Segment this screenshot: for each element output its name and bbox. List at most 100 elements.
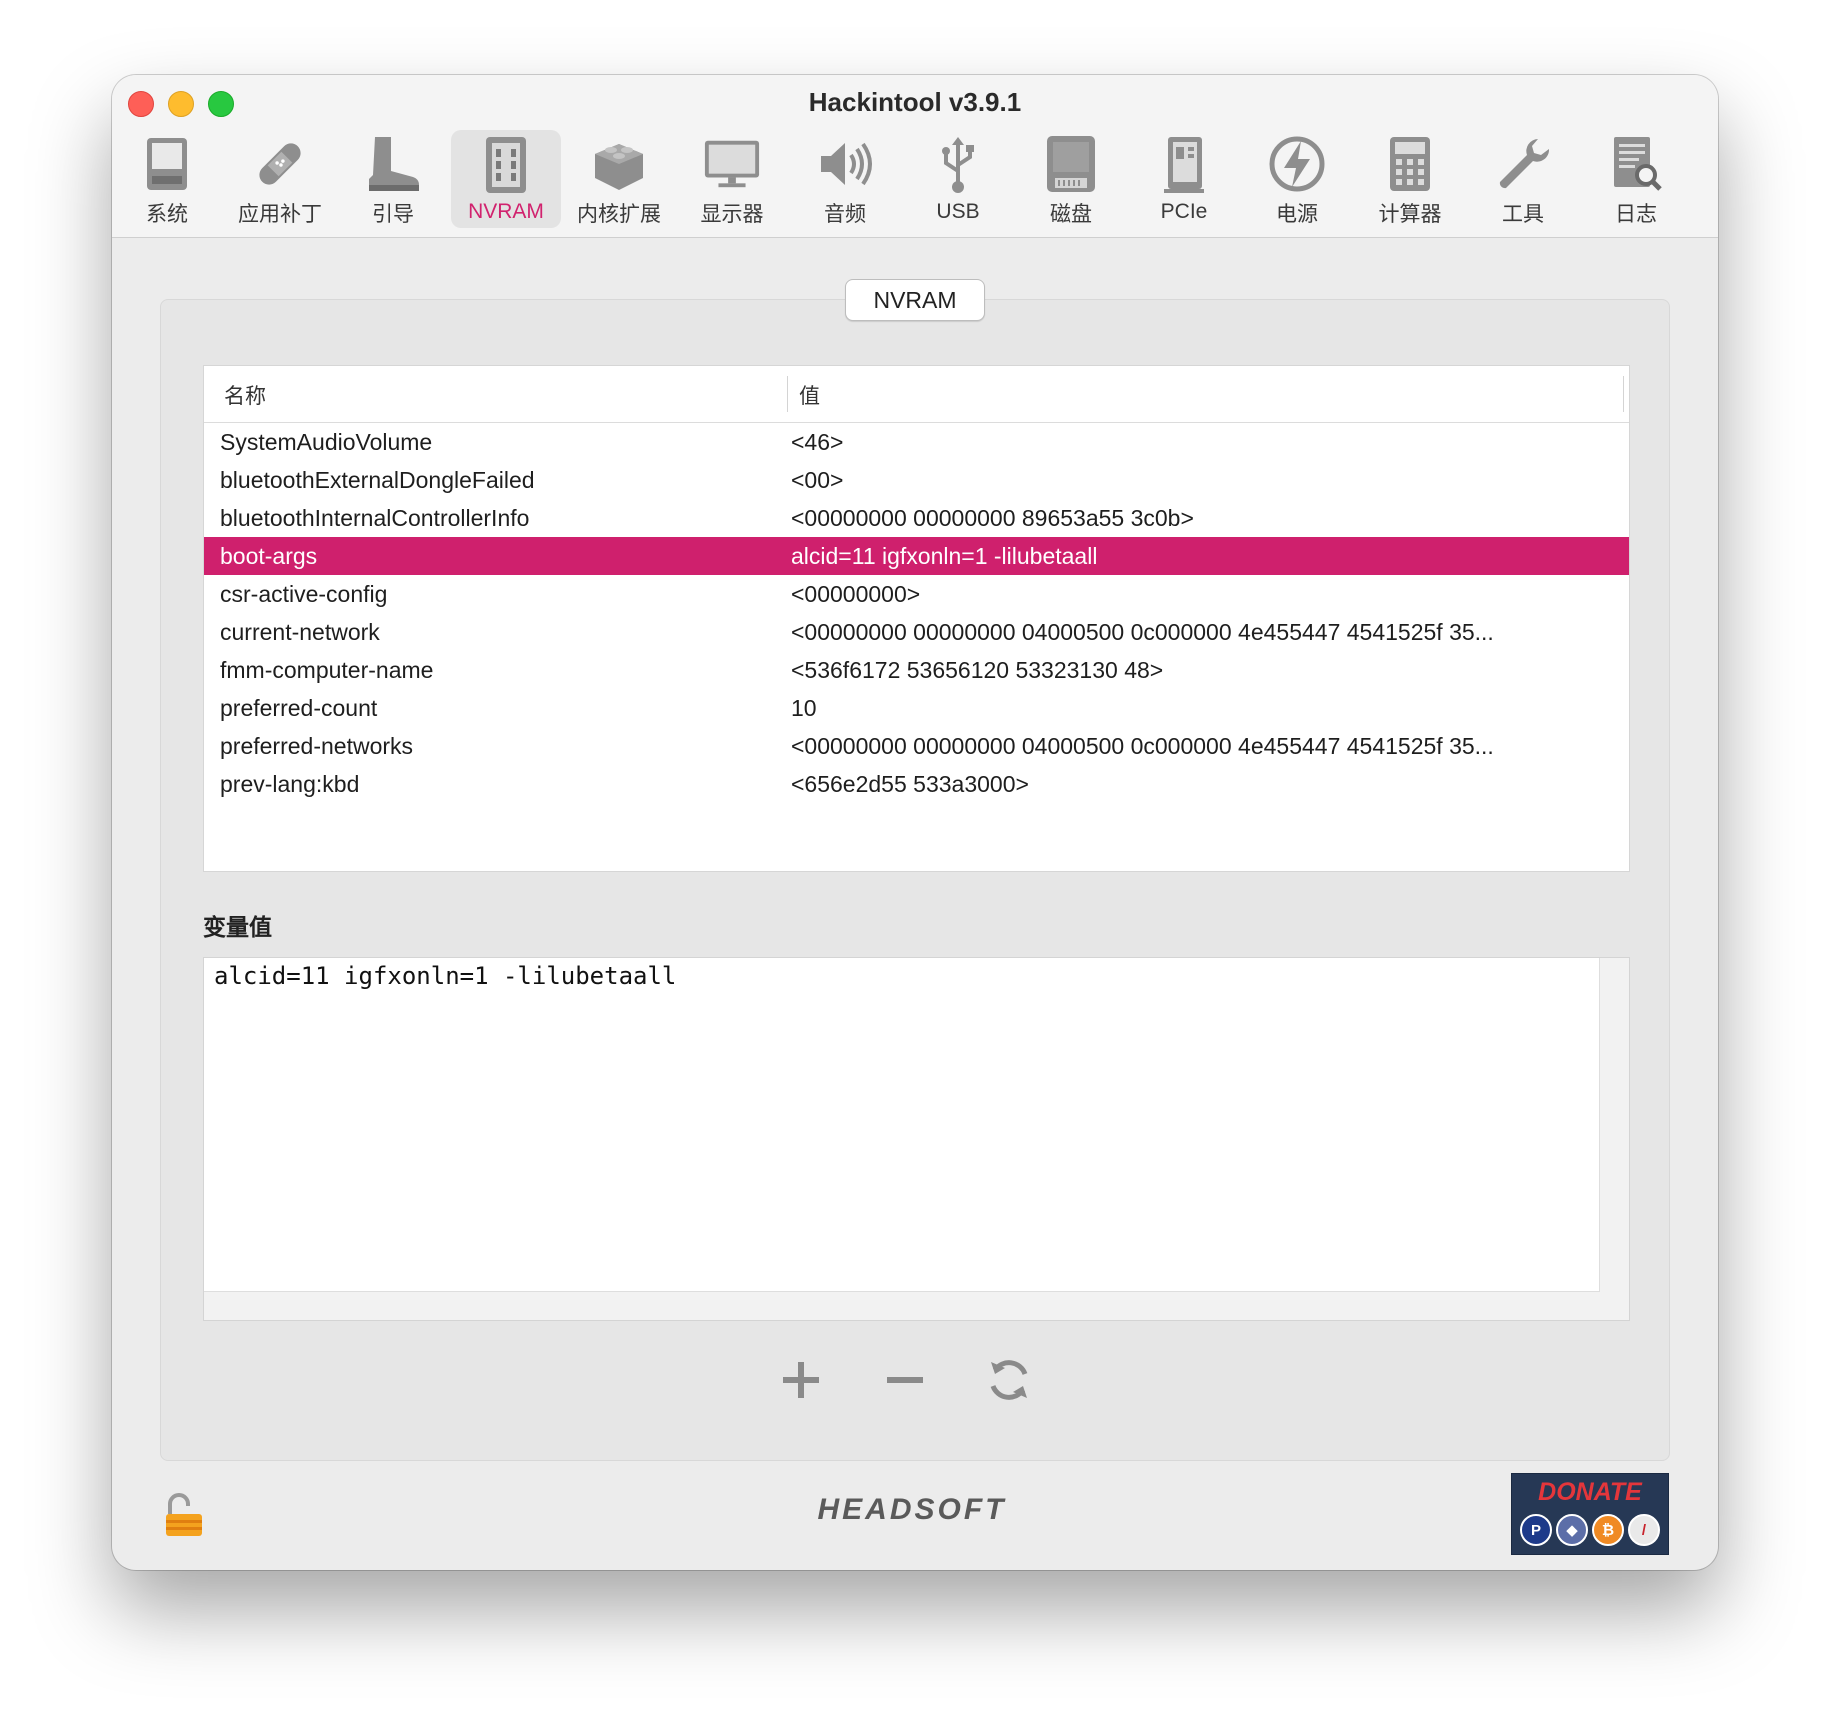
toolbar-item-kexts[interactable]: 内核扩展 — [564, 130, 674, 228]
toolbar-label: 工具 — [1502, 203, 1544, 226]
pcie-card-icon — [1155, 134, 1213, 196]
toolbar-label: 计算器 — [1378, 203, 1442, 226]
table-row-selected[interactable]: boot-args alcid=11 igfxonln=1 -lilubetaa… — [204, 537, 1629, 575]
window-title: Hackintool v3.9.1 — [808, 87, 1022, 117]
toolbar-item-system[interactable]: 系统 — [112, 130, 222, 228]
tab-nvram[interactable]: NVRAM — [845, 279, 985, 321]
variable-value-label: 变量值 — [203, 914, 272, 940]
row-name: fmm-computer-name — [220, 657, 434, 683]
wrench-icon — [1494, 134, 1552, 194]
column-divider[interactable] — [1623, 376, 1624, 412]
column-header-value[interactable]: 值 — [799, 380, 820, 410]
bitcoin-icon: ₿ — [1592, 1514, 1624, 1546]
app-window: Hackintool v3.9.1 系统 应用补丁 引导 NVRAM 内核扩展 … — [112, 75, 1718, 1570]
monitor-icon — [703, 134, 761, 194]
row-name: bluetoothInternalControllerInfo — [220, 505, 530, 531]
computer-icon — [138, 134, 196, 194]
log-document-icon — [1607, 134, 1665, 194]
ethereum-icon: ◆ — [1556, 1514, 1588, 1546]
row-value: <536f6172 53656120 53323130 48> — [791, 657, 1164, 683]
bandage-icon — [251, 134, 309, 194]
row-name: preferred-networks — [220, 733, 414, 759]
table-header: 名称 值 — [204, 366, 1629, 423]
toolbar-label: USB — [936, 200, 980, 223]
refresh-button[interactable] — [979, 1350, 1039, 1410]
variable-value-text[interactable]: alcid=11 igfxonln=1 -lilubetaall — [214, 962, 676, 990]
plus-icon — [783, 1362, 819, 1398]
row-name: SystemAudioVolume — [220, 429, 433, 455]
toolbar-item-logs[interactable]: 日志 — [1581, 130, 1691, 228]
toolbar-item-disk[interactable]: 磁盘 — [1016, 130, 1126, 228]
add-button[interactable] — [771, 1350, 831, 1410]
disk-icon — [1042, 134, 1100, 194]
toolbar-item-audio[interactable]: 音频 — [790, 130, 900, 228]
row-value: <00> — [791, 467, 844, 493]
toolbar-item-patch[interactable]: 应用补丁 — [225, 130, 335, 228]
toolbar-label: NVRAM — [468, 200, 544, 223]
remove-button[interactable] — [875, 1350, 935, 1410]
lego-brick-icon — [590, 134, 648, 194]
other-coin-icon: / — [1628, 1514, 1660, 1546]
toolbar-item-calculator[interactable]: 计算器 — [1355, 130, 1465, 228]
row-name: csr-active-config — [220, 581, 388, 607]
titlebar: Hackintool v3.9.1 系统 应用补丁 引导 NVRAM 内核扩展 … — [112, 75, 1718, 238]
toolbar-label: 日志 — [1615, 203, 1657, 226]
boot-icon — [364, 134, 422, 194]
toolbar-label: 电源 — [1276, 203, 1318, 226]
toolbar-label: 应用补丁 — [238, 203, 322, 226]
power-bolt-icon — [1268, 134, 1326, 194]
toolbar-item-pcie[interactable]: PCIe — [1129, 130, 1239, 228]
speaker-icon — [816, 134, 874, 194]
toolbar-item-tools[interactable]: 工具 — [1468, 130, 1578, 228]
table-row[interactable]: bluetoothExternalDongleFailed <00> — [204, 461, 1629, 499]
nvram-table[interactable]: 名称 值 SystemAudioVolume <46> bluetoothExt… — [203, 365, 1630, 872]
row-value: <46> — [791, 429, 844, 455]
donate-button[interactable]: DONATE P ◆ ₿ / — [1511, 1473, 1669, 1555]
row-value: <00000000 00000000 89653a55 3c0b> — [791, 505, 1194, 531]
row-value: <00000000> — [791, 581, 921, 607]
toolbar-item-power[interactable]: 电源 — [1242, 130, 1352, 228]
table-row[interactable]: current-network <00000000 00000000 04000… — [204, 613, 1629, 651]
table-row[interactable]: preferred-networks <00000000 00000000 04… — [204, 727, 1629, 765]
row-value: alcid=11 igfxonln=1 -lilubetaall — [791, 543, 1098, 569]
toolbar-item-usb[interactable]: USB — [903, 130, 1013, 228]
row-value: <00000000 00000000 04000500 0c000000 4e4… — [791, 619, 1494, 645]
minus-icon — [887, 1377, 923, 1383]
row-name: prev-lang:kbd — [220, 771, 360, 797]
toolbar-label: 系统 — [146, 203, 188, 226]
toolbar-label: 显示器 — [700, 203, 764, 226]
column-header-name[interactable]: 名称 — [224, 380, 266, 410]
row-name: preferred-count — [220, 695, 378, 721]
table-row[interactable]: fmm-computer-name <536f6172 53656120 533… — [204, 651, 1629, 689]
toolbar-label: 内核扩展 — [577, 203, 661, 226]
table-row[interactable]: preferred-count 10 — [204, 689, 1629, 727]
toolbar-item-display[interactable]: 显示器 — [677, 130, 787, 228]
calculator-icon — [1381, 134, 1439, 194]
variable-value-editor[interactable]: alcid=11 igfxonln=1 -lilubetaall — [204, 958, 1600, 1292]
toolbar-label: 磁盘 — [1050, 203, 1092, 226]
refresh-icon — [990, 1360, 1028, 1400]
toolbar: 系统 应用补丁 引导 NVRAM 内核扩展 显示器 音频 USB 磁盘 PCIe… — [112, 130, 1718, 235]
donate-coins: P ◆ ₿ / — [1518, 1514, 1662, 1548]
table-row[interactable]: bluetoothInternalControllerInfo <0000000… — [204, 499, 1629, 537]
column-divider[interactable] — [787, 376, 788, 412]
toolbar-label: 引导 — [372, 203, 414, 226]
table-row[interactable]: prev-lang:kbd <656e2d55 533a3000> — [204, 765, 1629, 803]
row-value: 10 — [791, 695, 817, 721]
toolbar-label: PCIe — [1160, 200, 1208, 223]
toolbar-label: 音频 — [824, 203, 866, 226]
toolbar-item-boot[interactable]: 引导 — [338, 130, 448, 228]
headsoft-logo: HEADSOFT — [817, 1493, 1007, 1526]
row-name: boot-args — [220, 543, 318, 569]
toolbar-item-nvram[interactable]: NVRAM — [451, 130, 561, 228]
row-name: current-network — [220, 619, 380, 645]
table-row[interactable]: SystemAudioVolume <46> — [204, 423, 1629, 461]
row-name: bluetoothExternalDongleFailed — [220, 467, 535, 493]
memory-chip-icon — [477, 134, 535, 196]
table-row[interactable]: csr-active-config <00000000> — [204, 575, 1629, 613]
action-buttons — [112, 1350, 1718, 1410]
donate-label: DONATE — [1538, 1478, 1642, 1506]
variable-value-scroll[interactable]: alcid=11 igfxonln=1 -lilubetaall — [203, 957, 1630, 1321]
row-value: <656e2d55 533a3000> — [791, 771, 1029, 797]
unlocked-padlock-icon[interactable] — [160, 1492, 208, 1540]
